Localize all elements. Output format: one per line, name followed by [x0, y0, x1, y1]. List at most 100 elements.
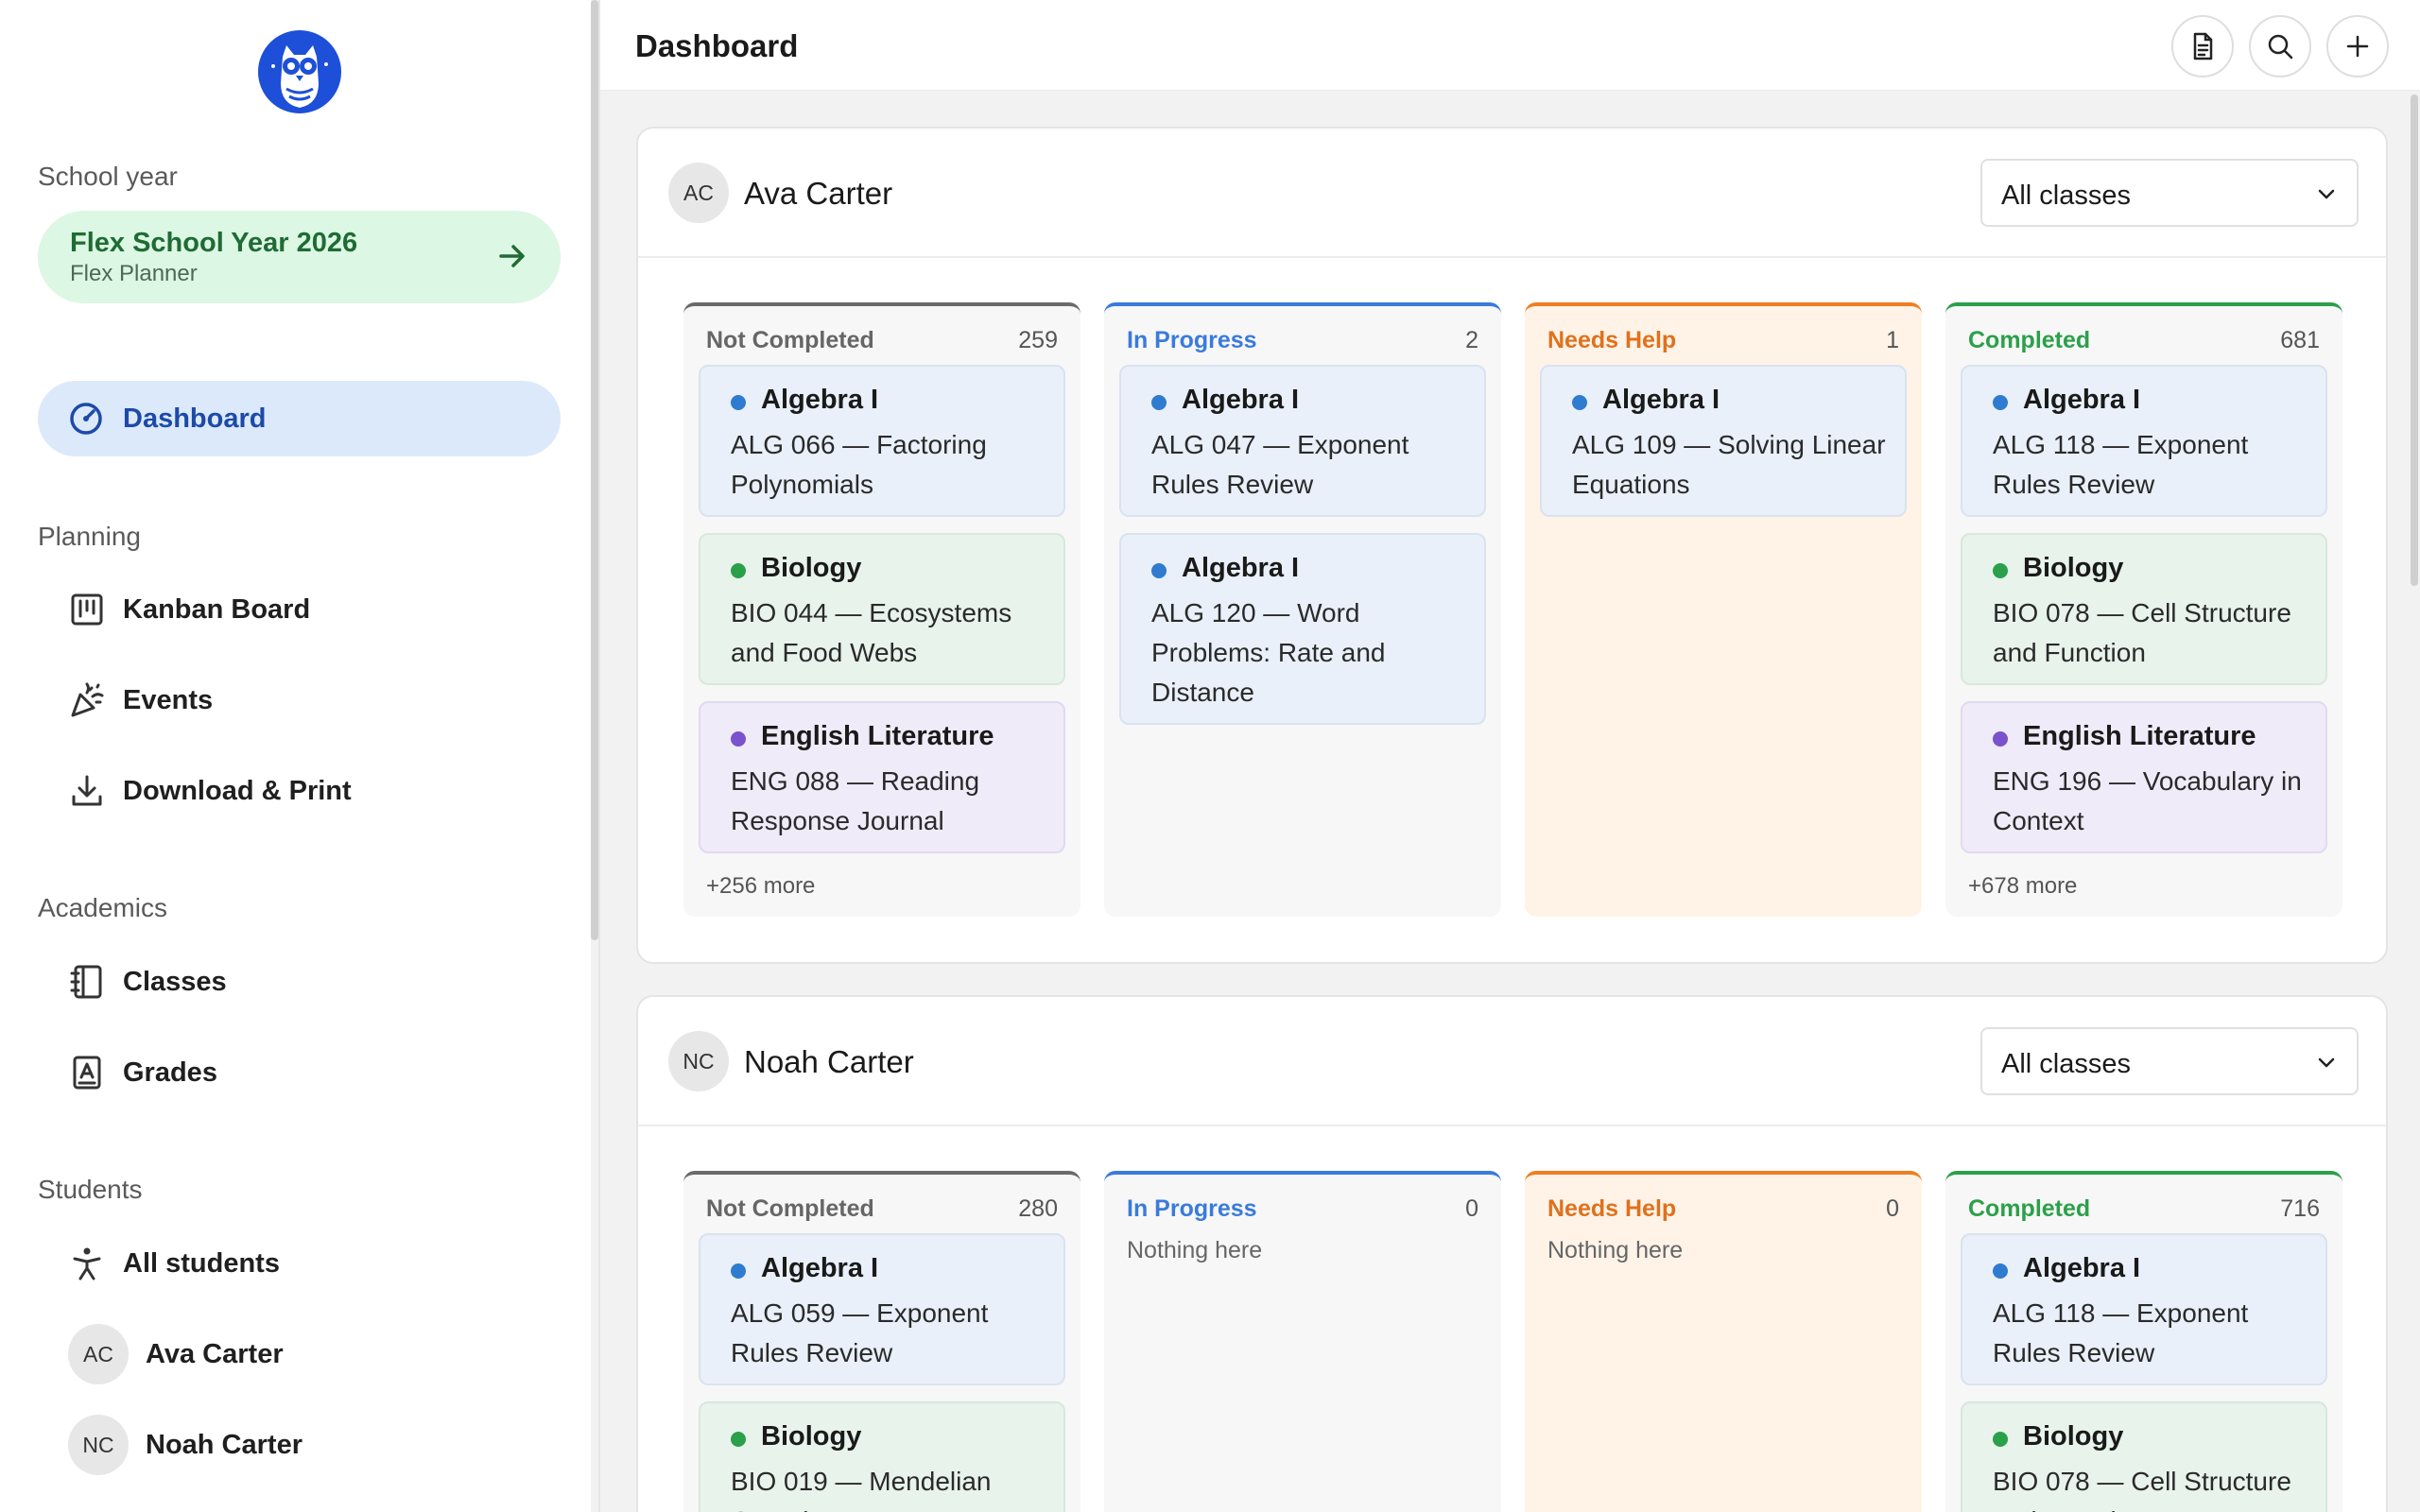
- subject-dot: [731, 1263, 746, 1279]
- task-card[interactable]: Biology BIO 078 — Cell Structure and Fun…: [1961, 1401, 2327, 1512]
- card-subject: Algebra I: [1182, 385, 1300, 415]
- class-filter-value: All classes: [2001, 1049, 2131, 1079]
- sidebar-scrollbar[interactable]: [591, 0, 598, 940]
- column-count: 259: [1018, 327, 1058, 353]
- class-filter-value: All classes: [2001, 180, 2131, 211]
- card-subject: Biology: [2023, 553, 2124, 583]
- column-title: Needs Help: [1547, 1195, 1677, 1222]
- card-description: ALG 120 — Word Problems: Rate and Distan…: [1151, 598, 1386, 707]
- column-count: 280: [1018, 1195, 1058, 1222]
- column-in-progress: In Progress 2 Algebra I ALG 047 — Expone…: [1104, 302, 1501, 917]
- task-card[interactable]: Algebra I ALG 047 — Exponent Rules Revie…: [1119, 365, 1486, 517]
- add-button[interactable]: [2326, 15, 2389, 77]
- column-title: Not Completed: [706, 327, 874, 353]
- school-year-selector[interactable]: Flex School Year 2026 Flex Planner: [38, 211, 561, 303]
- more-link[interactable]: +256 more: [706, 873, 815, 900]
- card-description: BIO 078 — Cell Structure and Function: [1993, 598, 2291, 667]
- more-link[interactable]: +678 more: [1968, 873, 2077, 900]
- card-description: BIO 044 — Ecosystems and Food Webs: [731, 598, 1012, 667]
- card-description: ALG 118 — Exponent Rules Review: [1993, 1298, 2249, 1367]
- page-title: Dashboard: [635, 28, 799, 63]
- task-card[interactable]: Algebra I ALG 109 — Solving Linear Equat…: [1540, 365, 1907, 517]
- school-year-subtitle: Flex Planner: [70, 261, 198, 286]
- card-description: ALG 066 — Factoring Polynomials: [731, 430, 987, 499]
- card-subject: English Literature: [761, 721, 994, 751]
- subject-dot: [731, 395, 746, 410]
- task-card[interactable]: Algebra I ALG 118 — Exponent Rules Revie…: [1961, 1233, 2327, 1385]
- sidebar-item-download-print[interactable]: Download & Print: [38, 758, 561, 824]
- card-subject: Algebra I: [761, 385, 879, 415]
- student-name: Noah Carter: [744, 1044, 914, 1079]
- arrow-right-icon: [499, 245, 525, 267]
- sidebar-item-all-students[interactable]: All students: [38, 1230, 561, 1297]
- card-subject: Biology: [761, 553, 862, 583]
- sidebar-item-kanban-board[interactable]: Kanban Board: [38, 576, 561, 643]
- task-card[interactable]: Biology BIO 078 — Cell Structure and Fun…: [1961, 533, 2327, 685]
- task-card[interactable]: Algebra I ALG 120 — Word Problems: Rate …: [1119, 533, 1486, 725]
- subject-dot: [731, 731, 746, 747]
- card-subject: Biology: [761, 1421, 862, 1452]
- sidebar-item-student[interactable]: NC Noah Carter: [68, 1412, 561, 1478]
- student-panel: AC Ava Carter All classes Not Completed …: [636, 127, 2388, 964]
- subject-dot: [1993, 731, 2008, 747]
- sidebar-item-dashboard[interactable]: Dashboard: [38, 381, 561, 456]
- sidebar-item-label: Classes: [123, 967, 227, 997]
- task-card[interactable]: Biology BIO 019 — Mendelian Genetics: [699, 1401, 1065, 1512]
- class-filter-select[interactable]: All classes: [1980, 159, 2359, 227]
- owl-logo: [258, 30, 341, 113]
- subject-dot: [1572, 395, 1587, 410]
- class-filter-select[interactable]: All classes: [1980, 1027, 2359, 1095]
- chevron-down-icon: [2318, 189, 2335, 199]
- download-icon: [72, 775, 102, 806]
- column-count: 1: [1886, 327, 1899, 353]
- card-subject: Biology: [2023, 1421, 2124, 1452]
- kanban-icon: [71, 593, 103, 626]
- column-title: Needs Help: [1547, 327, 1677, 353]
- column-count: 0: [1886, 1195, 1899, 1222]
- sidebar-item-student[interactable]: AC Ava Carter: [68, 1321, 561, 1387]
- person-icon: [73, 1247, 101, 1280]
- subject-dot: [1151, 563, 1167, 578]
- sidebar-item-events[interactable]: Events: [38, 667, 561, 733]
- column-not-completed: Not Completed 259 Algebra I ALG 066 — Fa…: [683, 302, 1080, 917]
- task-card[interactable]: Algebra I ALG 059 — Exponent Rules Revie…: [699, 1233, 1065, 1385]
- avatar: NC: [668, 1031, 729, 1091]
- column-needs-help: Needs Help 0 Nothing here: [1525, 1171, 1922, 1512]
- card-subject: Algebra I: [761, 1253, 879, 1283]
- student-name: Ava Carter: [744, 176, 893, 211]
- column-count: 716: [2280, 1195, 2320, 1222]
- students-label: Students: [38, 1175, 143, 1204]
- task-card[interactable]: Biology BIO 044 — Ecosystems and Food We…: [699, 533, 1065, 685]
- column-title: In Progress: [1127, 327, 1257, 353]
- panel-header: NC Noah Carter All classes: [638, 997, 2386, 1126]
- card-subject: English Literature: [2023, 721, 2256, 751]
- avatar: AC: [68, 1324, 129, 1384]
- plus-icon: [2346, 35, 2369, 58]
- sidebar-item-classes[interactable]: Classes: [38, 949, 561, 1015]
- sidebar-item-grades[interactable]: Grades: [38, 1040, 561, 1106]
- column-title: Completed: [1968, 327, 2091, 353]
- card-subject: Algebra I: [1602, 385, 1720, 415]
- task-card[interactable]: Algebra I ALG 118 — Exponent Rules Revie…: [1961, 365, 2327, 517]
- card-description: ALG 059 — Exponent Rules Review: [731, 1298, 989, 1367]
- subject-dot: [731, 1432, 746, 1447]
- search-button[interactable]: [2249, 15, 2311, 77]
- school-year-label: School year: [38, 162, 178, 191]
- student-name: Ava Carter: [146, 1339, 284, 1369]
- subject-dot: [1151, 395, 1167, 410]
- task-card[interactable]: English Literature ENG 088 — Reading Res…: [699, 701, 1065, 853]
- student-panel: NC Noah Carter All classes Not Completed…: [636, 995, 2388, 1512]
- card-description: BIO 078 — Cell Structure and Function: [1993, 1467, 2291, 1512]
- subject-dot: [1993, 1263, 2008, 1279]
- party-popper-icon: [71, 682, 104, 717]
- task-card[interactable]: English Literature ENG 196 — Vocabulary …: [1961, 701, 2327, 853]
- main-scrollbar[interactable]: [2411, 94, 2418, 586]
- gauge-icon: [70, 403, 102, 435]
- card-subject: Algebra I: [1182, 553, 1300, 583]
- notebook-icon: [70, 965, 102, 999]
- card-description: BIO 019 — Mendelian Genetics: [731, 1467, 992, 1512]
- document-button[interactable]: [2171, 15, 2234, 77]
- card-description: ALG 047 — Exponent Rules Review: [1151, 430, 1409, 499]
- planning-label: Planning: [38, 522, 141, 551]
- task-card[interactable]: Algebra I ALG 066 — Factoring Polynomial…: [699, 365, 1065, 517]
